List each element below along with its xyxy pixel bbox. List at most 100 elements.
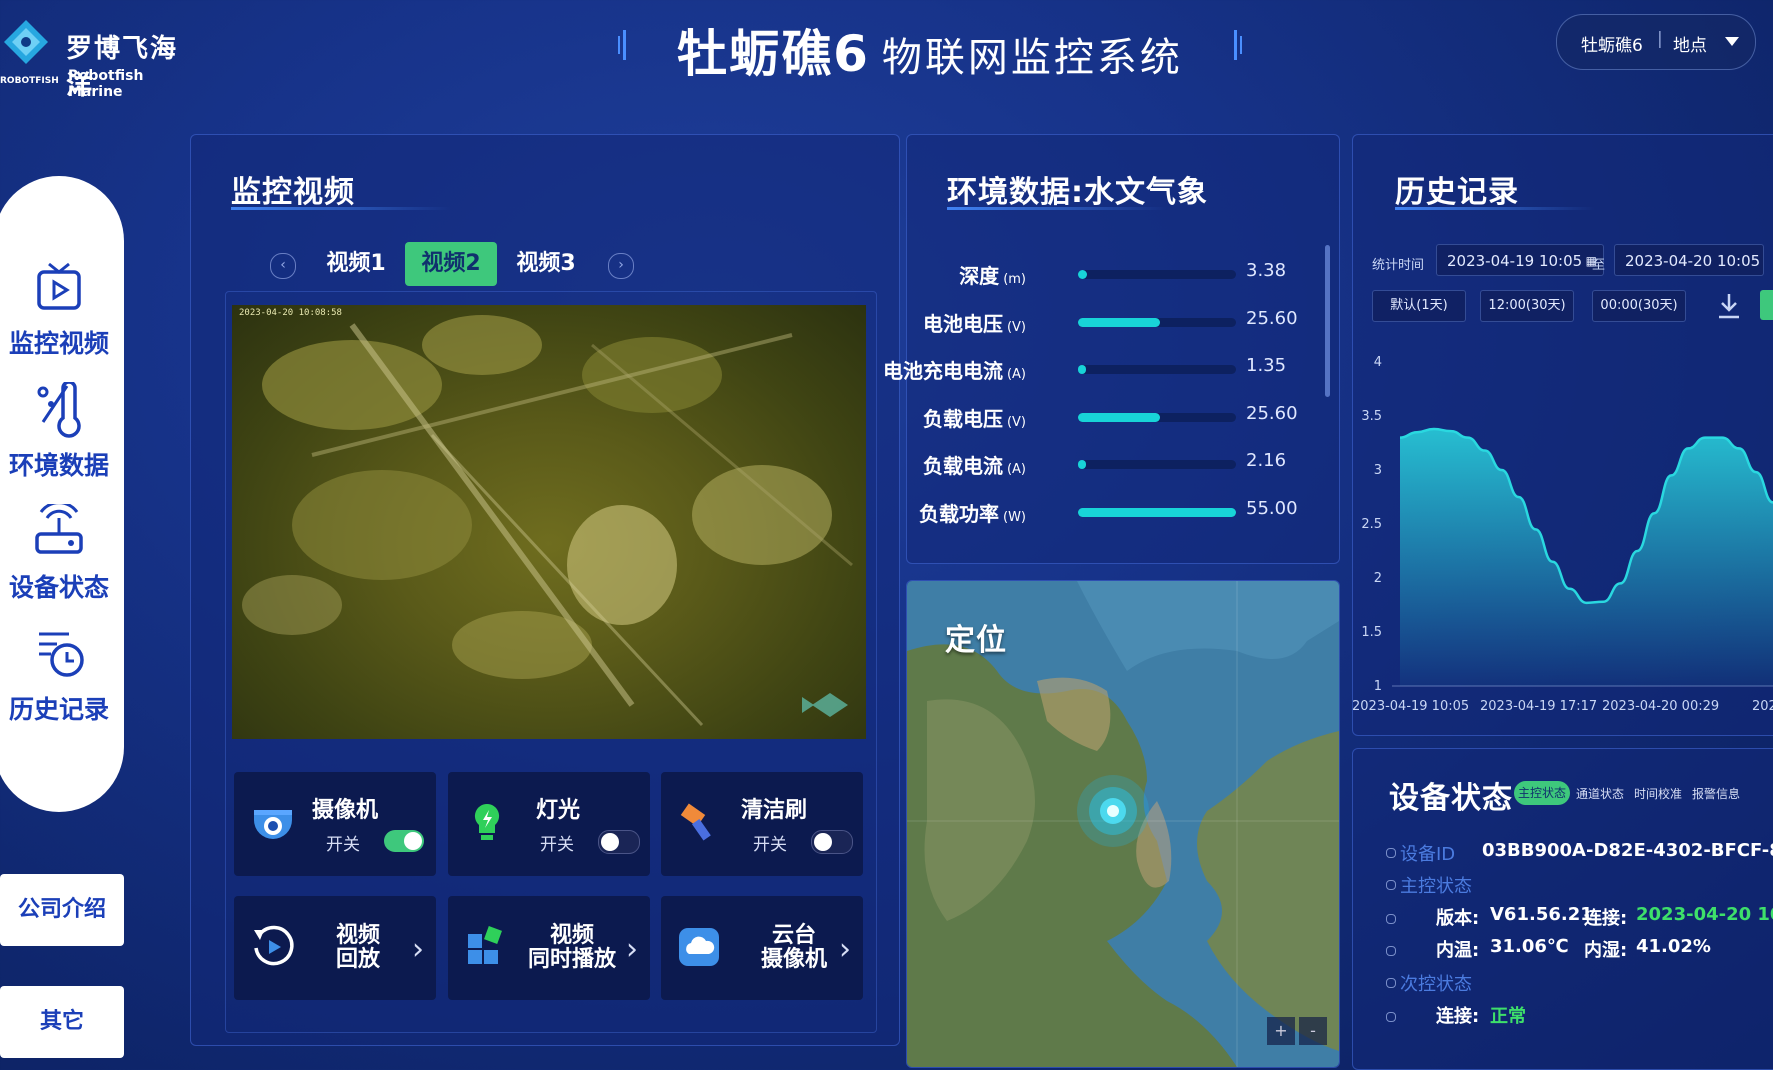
sidebar-nav: 监控视频 环境数据 设备状态 历史记录 [0, 176, 124, 812]
ptz-camera-card[interactable]: 云台 摄像机 › [661, 896, 863, 1000]
device-tab-channel[interactable]: 通道状态 [1576, 785, 1624, 802]
temp-value: 31.06℃ [1490, 936, 1569, 957]
map-panel[interactable]: 定位 + - [906, 580, 1340, 1068]
device-tab-alarm[interactable]: 报警信息 [1692, 785, 1740, 802]
download-icon[interactable] [1716, 292, 1742, 320]
map-zoom-in-button[interactable]: + [1267, 1017, 1295, 1045]
map-zoom-out-button[interactable]: - [1299, 1017, 1327, 1045]
env-row: 负载电流 (A) 2.16 [870, 444, 1290, 484]
env-label: 负载功率 (W) [919, 498, 1026, 527]
env-label: 负载电流 (A) [923, 450, 1026, 479]
env-value: 55.00 [1246, 497, 1298, 519]
env-label: 深度 (m) [959, 260, 1026, 289]
brush-toggle[interactable] [811, 830, 853, 854]
y-tick-label: 1 [1374, 679, 1382, 694]
company-intro-button[interactable]: 公司介绍 [0, 874, 124, 946]
env-row: 负载功率 (W) 55.00 [870, 492, 1298, 532]
tab-prev-icon[interactable]: ‹ [270, 253, 296, 279]
version-label: 版本: [1436, 908, 1480, 929]
env-value: 25.60 [1246, 402, 1298, 424]
env-value: 25.60 [1246, 307, 1298, 329]
env-bar-fill [1078, 412, 1161, 422]
connection-label: 连接: [1584, 908, 1628, 929]
date-to-input[interactable]: 2023-04-20 10:05 [1614, 244, 1764, 276]
nav-label: 历史记录 [8, 695, 109, 724]
quick-noon-button[interactable]: 12:00(30天) [1480, 290, 1574, 322]
history-panel-title: 历史记录 [1395, 175, 1519, 210]
range-to-label: 至 [1592, 258, 1606, 273]
tab-video-1[interactable]: 视频1 [310, 242, 402, 286]
device-tab-time[interactable]: 时间校准 [1634, 785, 1682, 802]
env-label-text: 负载电流 [922, 454, 1003, 478]
export-button[interactable] [1760, 290, 1773, 320]
page-title: 牡蛎礁6 物联网监控系统 [618, 14, 1242, 83]
env-unit: (m) [1003, 272, 1026, 287]
date-from-input[interactable]: 2023-04-19 10:05 ▦ [1436, 244, 1604, 276]
env-bar-fill [1078, 317, 1161, 327]
action-line2: 回放 [336, 947, 381, 972]
site-name: 牡蛎礁6 [1581, 36, 1643, 56]
video-feed[interactable]: 2023-04-20 10:08:58 [232, 305, 866, 739]
env-unit: (W) [1003, 509, 1026, 525]
y-tick-label: 1.5 [1361, 625, 1382, 640]
title-deco-left-icon [618, 30, 626, 60]
status-dot [1386, 978, 1396, 988]
logo-icon [4, 20, 48, 64]
chevron-right-icon: › [839, 932, 851, 967]
env-label: 负载电压 (V) [923, 403, 1026, 432]
nav-item-video[interactable]: 监控视频 [0, 260, 124, 360]
env-row: 电池充电电流 (A) 1.35 [870, 349, 1290, 389]
env-label: 电池电压 (V) [923, 308, 1026, 337]
main-status-label: 主控状态 [1400, 876, 1472, 897]
env-unit: (V) [1006, 414, 1026, 430]
map-panel-title: 定位 [945, 623, 1007, 658]
env-label-text: 电池电压 [922, 311, 1003, 336]
tab-video-3[interactable]: 视频3 [500, 242, 592, 286]
status-dot [1386, 946, 1396, 956]
tab-next-icon[interactable]: › [608, 253, 634, 279]
humidity-value: 41.02% [1636, 936, 1711, 957]
action-line1: 视频 [550, 923, 595, 948]
env-value: 2.16 [1246, 450, 1287, 471]
site-selector[interactable]: 牡蛎礁6 | 地点 [1556, 14, 1756, 70]
control-sub: 开关 [540, 835, 574, 855]
camera-toggle[interactable] [384, 830, 424, 852]
env-unit: (V) [1006, 319, 1026, 335]
status-dot [1386, 848, 1396, 858]
env-scrollbar[interactable] [1325, 245, 1330, 397]
y-tick-label: 3 [1374, 463, 1382, 478]
camera-switch-card: 摄像机 开关 [234, 772, 436, 876]
x-tick-label: 2023-04-19 10:05 [1352, 699, 1469, 714]
play-icon [37, 262, 81, 310]
history-icon [39, 632, 84, 677]
replay-card[interactable]: 视频 回放 › [234, 896, 436, 1000]
x-tick-label: 2023-04-20 00:29 [1602, 699, 1719, 714]
device-panel-title: 设备状态 [1389, 781, 1513, 816]
y-tick-label: 3.5 [1361, 409, 1382, 424]
bulb-icon [474, 803, 500, 840]
location-marker-icon[interactable] [1075, 773, 1151, 849]
light-toggle[interactable] [598, 830, 640, 854]
quick-default-button[interactable]: 默认(1天) [1372, 290, 1466, 322]
other-button[interactable]: 其它 [0, 986, 124, 1058]
env-value: 1.35 [1246, 355, 1287, 376]
chevron-down-icon [1725, 37, 1739, 46]
env-bar [1078, 460, 1236, 469]
env-label-text: 深度 [959, 264, 1000, 288]
title-underline [231, 207, 451, 210]
action-line1: 云台 [772, 923, 817, 948]
nav-item-device[interactable]: 设备状态 [0, 501, 124, 604]
env-bar [1078, 507, 1236, 517]
action-label: 云台 摄像机 [761, 924, 827, 972]
brand-logo: 罗博飞海洋 Robotfish Marine ROBOTFISH [0, 10, 200, 101]
control-name: 摄像机 [312, 798, 379, 823]
env-bar [1078, 412, 1236, 422]
quick-midnight-button[interactable]: 00:00(30天) [1592, 290, 1686, 322]
nav-item-env[interactable]: 环境数据 [0, 380, 124, 482]
status-dot [1386, 880, 1396, 890]
device-tab-main[interactable]: 主控状态 [1514, 781, 1570, 805]
env-bar-fill [1078, 365, 1086, 374]
sync-play-card[interactable]: 视频 同时播放 › [448, 896, 650, 1000]
tab-video-2[interactable]: 视频2 [405, 242, 497, 286]
nav-item-history[interactable]: 历史记录 [0, 626, 124, 726]
